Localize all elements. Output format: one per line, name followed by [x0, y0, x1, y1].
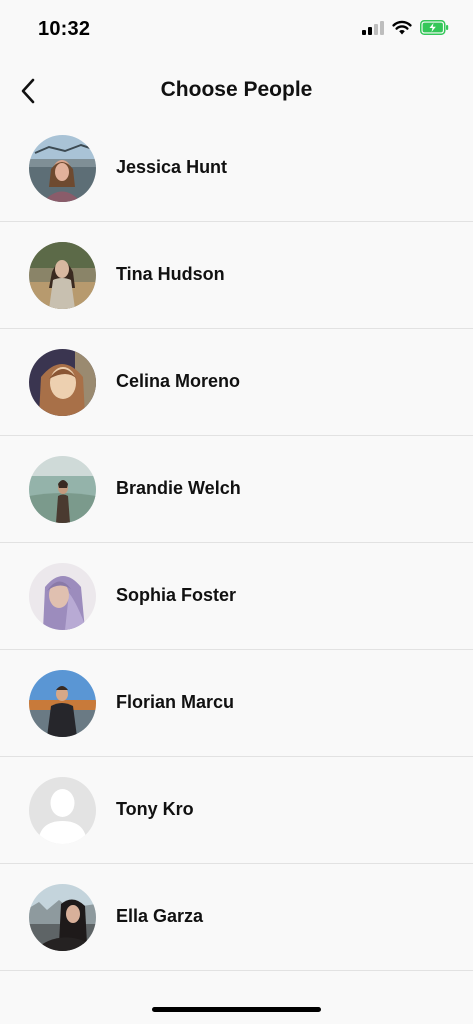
avatar	[29, 884, 96, 951]
person-name: Florian Marcu	[116, 692, 235, 712]
person-name: Celina Moreno	[116, 371, 241, 391]
list-item[interactable]: Tony Kro	[0, 757, 473, 864]
list-item[interactable]: Jessica Hunt	[0, 115, 473, 222]
people-list: Jessica Hunt Tina Hudson Celina Moreno B…	[0, 115, 473, 971]
avatar	[29, 563, 96, 630]
status-icons	[362, 20, 449, 35]
list-item[interactable]: Brandie Welch	[0, 436, 473, 543]
navigation-header: Choose People	[0, 60, 473, 122]
avatar	[29, 456, 96, 523]
avatar	[29, 242, 96, 309]
list-item[interactable]: Ella Garza	[0, 864, 473, 971]
status-bar: 10:32	[0, 0, 473, 60]
person-name: Jessica Hunt	[116, 157, 228, 177]
cellular-signal-icon	[362, 20, 384, 35]
person-name: Sophia Foster	[116, 585, 237, 605]
status-time: 10:32	[38, 18, 91, 40]
avatar	[29, 135, 96, 202]
default-avatar-icon	[29, 777, 96, 844]
battery-charging-icon	[420, 20, 449, 35]
page-title: Choose People	[160, 78, 313, 101]
wifi-icon	[392, 20, 412, 35]
person-name: Tina Hudson	[116, 264, 225, 284]
list-item[interactable]: Celina Moreno	[0, 329, 473, 436]
person-name: Ella Garza	[116, 906, 204, 926]
person-name: Tony Kro	[116, 799, 194, 819]
list-item[interactable]: Sophia Foster	[0, 543, 473, 650]
list-item[interactable]: Tina Hudson	[0, 222, 473, 329]
person-name: Brandie Welch	[116, 478, 241, 498]
avatar	[29, 670, 96, 737]
avatar	[29, 349, 96, 416]
list-item[interactable]: Florian Marcu	[0, 650, 473, 757]
home-indicator[interactable]	[152, 1007, 321, 1012]
